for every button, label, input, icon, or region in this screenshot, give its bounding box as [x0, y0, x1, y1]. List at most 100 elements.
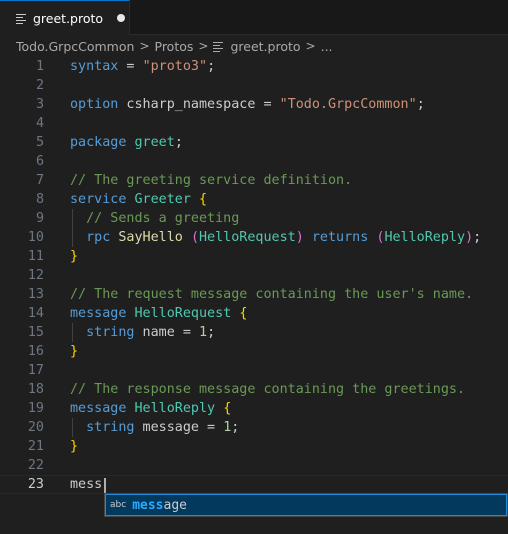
line-number: 12	[27, 268, 44, 283]
breadcrumb-separator: >	[198, 39, 209, 53]
code-line[interactable]: 23 mess	[0, 475, 508, 494]
code-line[interactable]: 12	[0, 266, 508, 285]
code-token: ;	[174, 135, 183, 150]
code-token: // Sends a greeting	[86, 211, 240, 226]
code-token: {	[239, 306, 248, 321]
suggestion-item[interactable]: abc mess age	[105, 494, 507, 516]
code-token: ;	[207, 59, 216, 74]
tab-greet-proto[interactable]: greet.proto	[0, 0, 130, 35]
code-editor[interactable]: 1 syntax = "proto3"; 2 3 option csharp_names…	[0, 57, 508, 534]
code-text: // The response message containing the g…	[70, 380, 465, 399]
code-text: // The request message containing the us…	[70, 285, 473, 304]
code-token: HelloRequest	[134, 306, 232, 321]
code-line[interactable]: 18 // The response message containing the…	[0, 380, 508, 399]
code-line[interactable]: 6	[0, 152, 508, 171]
unsaved-dot-icon[interactable]	[117, 14, 126, 22]
code-token: string	[86, 420, 135, 435]
code-text: rpc SayHello (HelloRequest) returns (Hel…	[70, 228, 481, 247]
line-number: 14	[27, 306, 44, 321]
code-line[interactable]: 4	[0, 114, 508, 133]
line-number: 11	[27, 249, 44, 264]
code-text: message HelloRequest {	[70, 304, 247, 323]
code-text: message HelloReply {	[70, 399, 231, 418]
code-line[interactable]: 3 option csharp_namespace = "Todo.GrpcCom…	[0, 95, 508, 114]
code-text: syntax = "proto3";	[70, 57, 215, 76]
breadcrumb-item-project[interactable]: Todo.GrpcCommon	[16, 39, 134, 54]
line-number: 8	[35, 192, 44, 207]
code-token: message =	[134, 420, 224, 435]
code-token: // The request message containing the us…	[70, 287, 474, 302]
code-line[interactable]: 13 // The request message containing the …	[0, 285, 508, 304]
code-line[interactable]: 2	[0, 76, 508, 95]
line-number: 13	[27, 287, 44, 302]
code-line[interactable]: 21}	[0, 437, 508, 456]
line-number: 21	[27, 439, 44, 454]
code-text: }	[70, 342, 78, 361]
line-number: 22	[27, 458, 44, 473]
line-number: 2	[35, 78, 44, 93]
code-line[interactable]: 11}	[0, 247, 508, 266]
code-line[interactable]: 1 syntax = "proto3";	[0, 57, 508, 76]
code-token: HelloReply	[384, 230, 466, 245]
code-token: message	[70, 401, 127, 416]
line-number: 10	[27, 230, 44, 245]
code-token: rpc	[86, 230, 111, 245]
breadcrumb-item-file[interactable]: greet.proto	[230, 39, 300, 54]
text-kind-icon: abc	[110, 500, 127, 510]
code-token: =	[118, 59, 143, 74]
file-lines-icon	[16, 13, 27, 24]
code-text: service Greeter {	[70, 190, 207, 209]
code-token: Greeter	[134, 192, 191, 207]
code-line[interactable]: 16}	[0, 342, 508, 361]
line-number: 5	[35, 135, 44, 150]
code-token: // The greeting service definition.	[70, 173, 353, 188]
code-token: {	[199, 192, 208, 207]
code-token: message	[70, 306, 127, 321]
line-number: 20	[27, 420, 44, 435]
breadcrumb-item-more[interactable]: ...	[321, 39, 333, 54]
breadcrumb-item-folder[interactable]: Protos	[155, 39, 194, 54]
code-token: "Todo.GrpcCommon"	[279, 97, 417, 112]
code-line[interactable]: 7 // The greeting service definition.	[0, 171, 508, 190]
breadcrumb-separator: >	[139, 39, 150, 53]
code-line[interactable]: 8 service Greeter {	[0, 190, 508, 209]
code-token: 1	[199, 325, 208, 340]
code-text: string message = 1;	[70, 418, 239, 437]
code-token: ;	[231, 420, 240, 435]
code-token: mess	[70, 477, 103, 492]
code-token: greet	[134, 135, 175, 150]
code-line[interactable]: 19 message HelloReply {	[0, 399, 508, 418]
code-token: }	[70, 344, 79, 359]
line-number: 19	[27, 401, 44, 416]
code-token: service	[70, 192, 127, 207]
line-number: 23	[27, 477, 44, 492]
code-token: HelloRequest	[199, 230, 296, 245]
code-line[interactable]: 10 rpc SayHello (HelloRequest) returns (…	[0, 228, 508, 247]
line-number: 4	[35, 116, 44, 131]
code-line[interactable]: 17	[0, 361, 508, 380]
code-line[interactable]: 5 package greet;	[0, 133, 508, 152]
line-number: 6	[35, 154, 44, 169]
code-line[interactable]: 22	[0, 456, 508, 475]
code-line[interactable]: 14 message HelloRequest {	[0, 304, 508, 323]
code-line[interactable]: 15 string name = 1;	[0, 323, 508, 342]
tab-bar: greet.proto	[0, 0, 508, 35]
code-token: ;	[473, 230, 482, 245]
suggestion-match-text: mess	[132, 497, 164, 513]
code-token: option	[70, 97, 119, 112]
code-text: // Sends a greeting	[70, 209, 239, 228]
line-number: 15	[27, 325, 44, 340]
code-line[interactable]: 9 // Sends a greeting	[0, 209, 508, 228]
code-text: string name = 1;	[70, 323, 215, 342]
code-token: }	[70, 249, 79, 264]
code-line[interactable]: 20 string message = 1;	[0, 418, 508, 437]
text-cursor	[104, 478, 106, 493]
code-text: option csharp_namespace = "Todo.GrpcComm…	[70, 95, 425, 114]
